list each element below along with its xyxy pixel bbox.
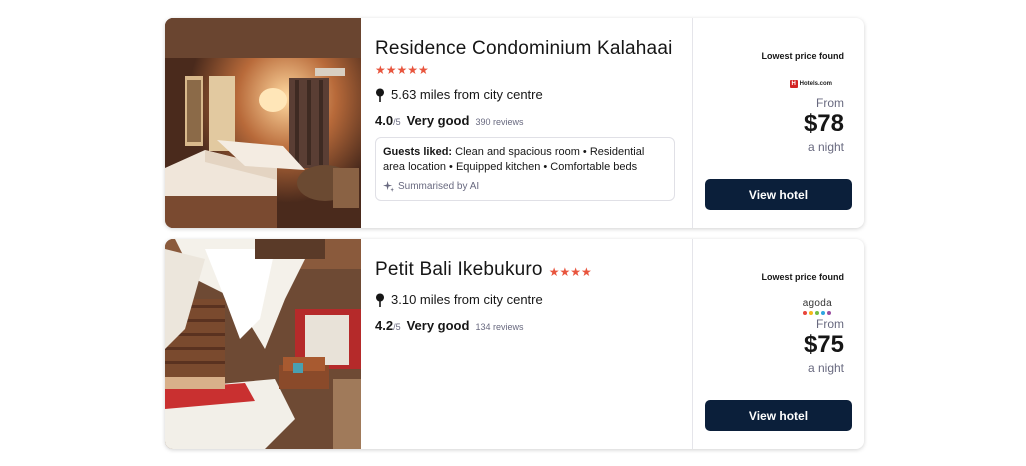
agoda-dot (815, 311, 820, 315)
star-rating: ★★★★★ (375, 63, 429, 77)
hotel-info: Residence Condominium Kalahaai ★★★★★ 5.6… (361, 18, 692, 228)
price-panel: Lowest price found agoda From $75 a nigh… (692, 239, 864, 449)
provider-logo: H Hotels.com (705, 78, 832, 90)
provider-name: agoda (802, 298, 832, 309)
view-hotel-button[interactable]: View hotel (705, 179, 852, 210)
guests-liked-box: Guests liked: Clean and spacious room • … (375, 137, 675, 201)
location-pin-icon (376, 88, 384, 102)
review-score-max: /5 (393, 117, 401, 127)
hotel-photo[interactable] (165, 18, 361, 228)
distance-row: 5.63 miles from city centre (375, 87, 678, 102)
sparkle-icon (383, 181, 394, 192)
agoda-dots (803, 311, 832, 315)
agoda-dot (821, 311, 826, 315)
hotel-name[interactable]: Residence Condominium Kalahaai (375, 36, 673, 61)
hotel-results-list: Residence Condominium Kalahaai ★★★★★ 5.6… (165, 18, 864, 460)
ai-note-text: Summarised by AI (398, 181, 480, 192)
price-panel: Lowest price found H Hotels.com From $78… (692, 18, 864, 228)
review-count[interactable]: 390 reviews (475, 117, 523, 127)
review-score: 4.0 (375, 113, 394, 128)
hotels-com-icon: H (789, 80, 798, 88)
agoda-logo: agoda (802, 298, 832, 315)
per-night-label: a night (807, 361, 844, 375)
review-count[interactable]: 134 reviews (475, 322, 523, 332)
hotels-com-logo: H Hotels.com (789, 78, 832, 90)
per-night-label: a night (807, 140, 844, 154)
review-score-max: /5 (393, 322, 401, 332)
agoda-dot (803, 311, 808, 315)
lowest-price-label: Lowest price found (761, 272, 844, 282)
guests-liked-label: Guests liked: (383, 146, 453, 158)
provider-logo: agoda (705, 298, 832, 315)
price: $78 (803, 110, 844, 137)
from-label: From (816, 317, 844, 331)
agoda-dot (809, 311, 814, 315)
provider-name: Hotels.com (799, 81, 832, 87)
distance-row: 3.10 miles from city centre (375, 292, 678, 307)
rating-row: 4.0/5 Very good 390 reviews (375, 113, 678, 128)
hotel-photo[interactable] (165, 239, 361, 449)
from-label: From (816, 96, 844, 110)
star-rating: ★★★★ (548, 265, 592, 279)
location-pin-icon (376, 293, 384, 307)
hotel-card[interactable]: Petit Bali Ikebukuro ★★★★ 3.10 miles fro… (165, 239, 864, 449)
ai-summary-note: Summarised by AI (383, 179, 666, 194)
distance-text: 5.63 miles from city centre (391, 87, 543, 102)
review-score: 4.2 (375, 318, 394, 333)
distance-text: 3.10 miles from city centre (391, 292, 543, 307)
rating-label: Very good (406, 113, 470, 128)
lowest-price-label: Lowest price found (761, 51, 844, 61)
agoda-dot (827, 311, 832, 315)
rating-row: 4.2/5 Very good 134 reviews (375, 318, 678, 333)
rating-label: Very good (406, 318, 470, 333)
hotel-card[interactable]: Residence Condominium Kalahaai ★★★★★ 5.6… (165, 18, 864, 228)
price: $75 (803, 331, 844, 358)
hotel-name[interactable]: Petit Bali Ikebukuro (375, 257, 543, 282)
hotel-info: Petit Bali Ikebukuro ★★★★ 3.10 miles fro… (361, 239, 692, 449)
view-hotel-button[interactable]: View hotel (705, 400, 852, 431)
